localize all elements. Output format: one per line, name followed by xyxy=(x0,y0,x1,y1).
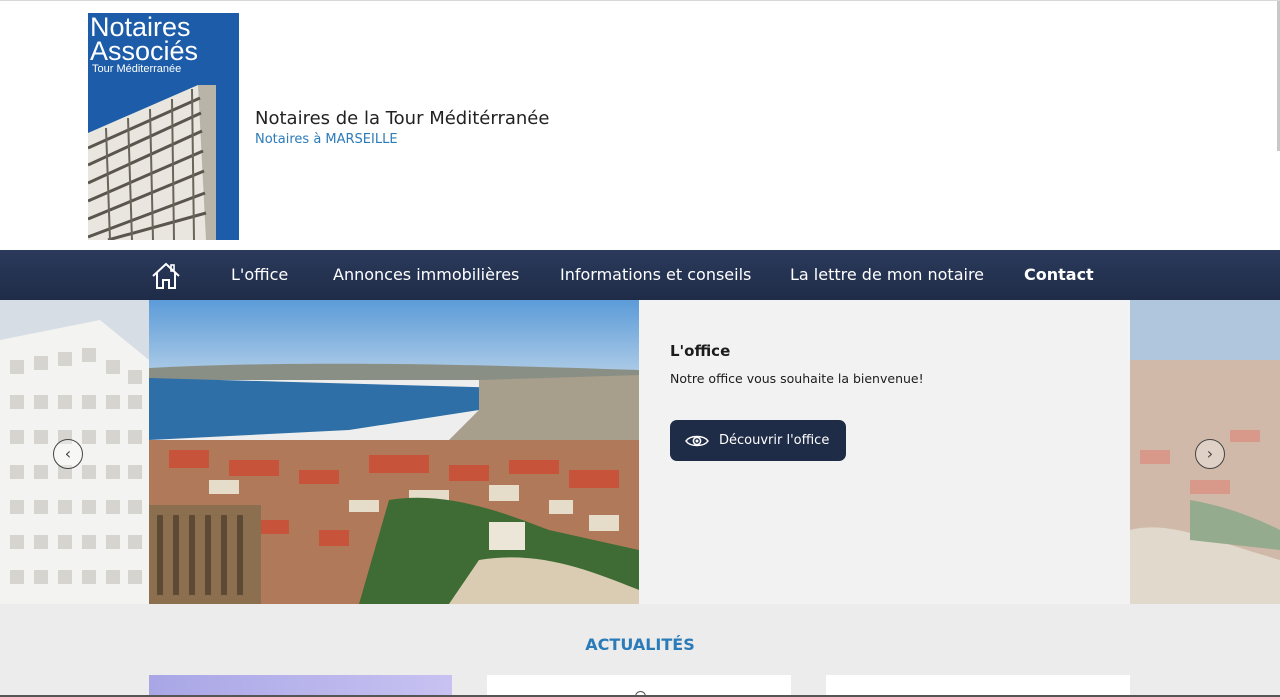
chevron-right-icon: › xyxy=(1206,444,1214,463)
news-card[interactable] xyxy=(149,675,452,697)
news-card[interactable] xyxy=(826,675,1130,697)
site-header: Notaires Associés Tour Méditerranée Nota… xyxy=(0,0,1280,250)
news-card[interactable] xyxy=(487,675,791,697)
nav-item-informations[interactable]: Informations et conseils xyxy=(560,265,751,284)
nav-item-contact[interactable]: Contact xyxy=(1024,265,1094,284)
chevron-left-icon: ‹ xyxy=(64,444,72,463)
nav-item-office[interactable]: L'office xyxy=(231,265,288,284)
home-icon[interactable] xyxy=(150,260,182,292)
news-section: ACTUALITÉS xyxy=(0,604,1280,697)
site-subtitle: Notaires à MARSEILLE xyxy=(255,132,398,147)
tower-illustration xyxy=(88,85,216,240)
slide-image-marseille xyxy=(149,300,639,604)
discover-office-button[interactable]: Découvrir l'office xyxy=(670,420,846,461)
hero-slider: L'office Notre office vous souhaite la b… xyxy=(0,300,1280,604)
discover-office-label: Découvrir l'office xyxy=(719,433,830,448)
slider-next-button[interactable]: › xyxy=(1195,439,1225,469)
main-nav: L'office Annonces immobilières Informati… xyxy=(0,250,1280,300)
logo-line-2: Associés xyxy=(90,36,199,66)
news-title: ACTUALITÉS xyxy=(585,635,695,654)
slide-title: L'office xyxy=(670,342,731,360)
slide-content-panel: L'office Notre office vous souhaite la b… xyxy=(639,300,1130,604)
slider-prev-button[interactable]: ‹ xyxy=(53,439,83,469)
slide-text: Notre office vous souhaite la bienvenue! xyxy=(670,371,924,386)
eye-icon xyxy=(685,435,709,446)
nav-item-annonces[interactable]: Annonces immobilières xyxy=(333,265,519,284)
site-logo[interactable]: Notaires Associés Tour Méditerranée xyxy=(88,13,239,240)
site-title: Notaires de la Tour Méditérranée xyxy=(255,108,550,129)
nav-item-lettre[interactable]: La lettre de mon notaire xyxy=(790,265,984,284)
